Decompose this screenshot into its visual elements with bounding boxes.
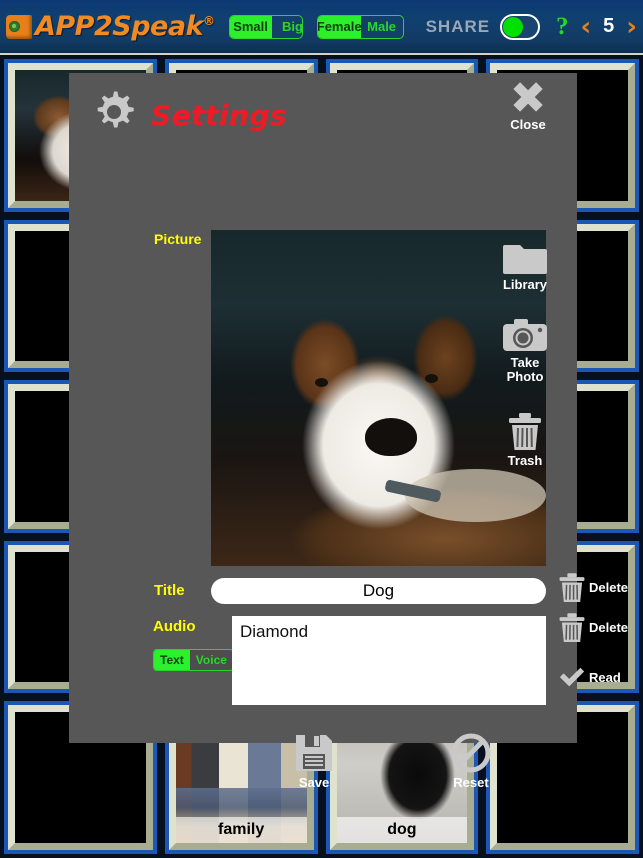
audio-text-input[interactable]: Diamond	[232, 616, 546, 705]
audio-mode-toggle[interactable]: Text Voice	[153, 649, 234, 671]
close-button[interactable]: ✖ Close	[497, 73, 559, 132]
picture-label: Picture	[154, 231, 202, 247]
size-toggle-big[interactable]: Big	[272, 16, 302, 38]
title-input[interactable]	[211, 578, 546, 604]
app-logo-icon	[6, 14, 32, 39]
floppy-disk-icon	[296, 735, 332, 771]
save-button-label: Save	[298, 775, 330, 790]
trash-button[interactable]: Trash	[493, 413, 557, 468]
trash-icon	[509, 413, 541, 450]
share-switch[interactable]	[500, 13, 540, 40]
next-page-icon[interactable]: ›	[626, 14, 637, 40]
folder-icon	[503, 245, 547, 274]
voice-toggle-male[interactable]: Male	[361, 16, 403, 38]
read-button[interactable]: Read	[558, 665, 621, 691]
app-logo-text: APP2Speak®	[35, 11, 215, 42]
close-x-icon: ✖	[509, 73, 547, 124]
help-button[interactable]: ?	[556, 14, 569, 39]
close-button-label: Close	[510, 116, 546, 132]
save-button[interactable]: Save	[269, 733, 359, 790]
voice-gender-toggle[interactable]: Female Male	[316, 14, 404, 39]
reset-button[interactable]: Reset	[426, 733, 516, 790]
dialog-title: Settings	[151, 99, 288, 132]
settings-dialog: Settings ✖ Close Picture Library Take Ph…	[69, 73, 628, 790]
checkmark-icon	[559, 667, 585, 687]
camera-icon	[503, 319, 547, 351]
audio-delete-button[interactable]: Delete	[558, 613, 628, 643]
size-toggle[interactable]: Small Big	[228, 14, 303, 39]
audio-mode-voice[interactable]: Voice	[189, 650, 233, 670]
title-field-label: Title	[154, 582, 185, 599]
take-photo-button-label: Take Photo	[506, 355, 544, 385]
prev-page-icon[interactable]: ‹	[580, 14, 591, 40]
title-delete-label: Delete	[589, 579, 629, 595]
trash-icon	[559, 573, 585, 602]
trash-icon	[559, 613, 585, 642]
gear-icon	[97, 91, 134, 128]
audio-field-label: Audio	[153, 618, 196, 635]
app-logo-label: APP2Speak	[35, 11, 204, 42]
title-delete-button[interactable]: Delete	[558, 573, 628, 603]
share-switch-knob	[503, 16, 524, 37]
app-logo: APP2Speak®	[6, 11, 215, 42]
voice-toggle-female[interactable]: Female	[318, 15, 362, 38]
size-toggle-small[interactable]: Small	[229, 15, 272, 38]
audio-mode-text[interactable]: Text	[154, 650, 190, 670]
library-button-label: Library	[502, 277, 548, 292]
take-photo-button[interactable]: Take Photo	[493, 319, 557, 384]
page-number: 5	[603, 15, 615, 37]
reset-button-label: Reset	[453, 775, 489, 790]
trash-button-label: Trash	[507, 453, 543, 468]
registered-mark: ®	[203, 14, 215, 28]
library-button[interactable]: Library	[493, 241, 557, 292]
no-entry-icon	[451, 733, 491, 773]
read-button-label: Read	[589, 669, 621, 685]
dialog-header: Settings ✖ Close	[69, 73, 577, 151]
top-toolbar: APP2Speak® Small Big Female Male SHARE ?…	[0, 0, 643, 55]
audio-delete-label: Delete	[589, 619, 629, 635]
app-root: APP2Speak® Small Big Female Male SHARE ?…	[0, 0, 643, 858]
share-label: SHARE	[425, 16, 491, 36]
